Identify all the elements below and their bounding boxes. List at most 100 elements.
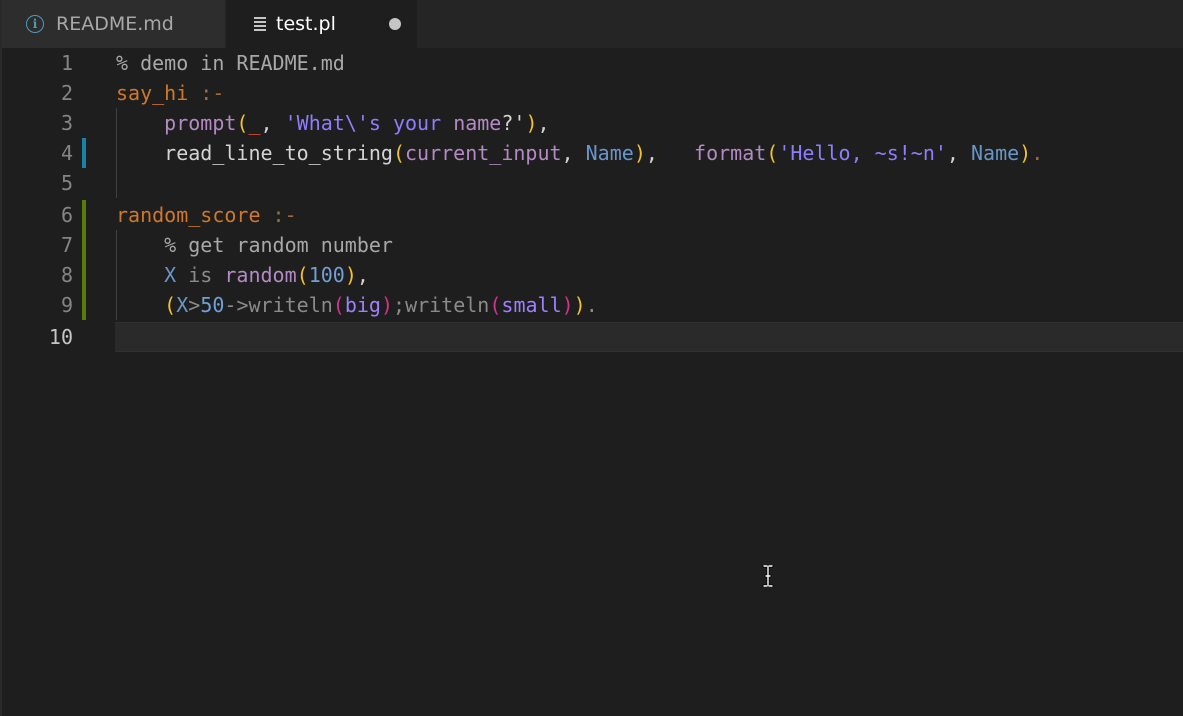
string-literal: 'What\'s your xyxy=(284,111,454,135)
line-text: say_hi :- xyxy=(116,78,224,108)
paren: ) xyxy=(380,293,394,317)
line-number: 8 xyxy=(60,263,73,287)
line-number: 9 xyxy=(60,293,73,317)
paren: ) xyxy=(525,111,538,135)
string-literal: 'Hello, ~s!~n' xyxy=(778,141,947,165)
paren: ( xyxy=(392,141,405,165)
line-text: prompt(_, 'What\'s your name?'), xyxy=(116,108,550,138)
code-line[interactable]: 7 % get random number xyxy=(2,230,1183,260)
atom: small xyxy=(501,293,562,317)
added-line-marker[interactable] xyxy=(82,260,86,290)
variable: Name xyxy=(971,141,1020,165)
paren: ( xyxy=(332,293,345,317)
builtin-call: read_line_to_string xyxy=(164,141,393,165)
builtin-call: writeln xyxy=(248,293,333,317)
added-line-marker[interactable] xyxy=(82,230,86,260)
predicate-head: random_score xyxy=(116,203,261,227)
added-line-marker[interactable] xyxy=(82,200,86,230)
line-number: 2 xyxy=(60,81,73,105)
code-line[interactable]: 8 X is random(100), xyxy=(2,260,1183,290)
line-text: % get random number xyxy=(116,230,393,260)
operator: -> xyxy=(224,293,249,317)
unsaved-changes-dot-icon[interactable] xyxy=(389,18,401,30)
builtin-call: format xyxy=(694,141,767,165)
code-line[interactable]: 9 (X>50->writeln(big);writeln(small)). xyxy=(2,290,1183,320)
anonymous-variable: _ xyxy=(248,111,261,135)
modified-line-marker[interactable] xyxy=(82,138,86,168)
tab-readme[interactable]: i README.md xyxy=(2,0,226,48)
paren: ) xyxy=(344,263,357,287)
lines-icon xyxy=(254,17,266,31)
line-number: 6 xyxy=(60,203,73,227)
paren: ) xyxy=(561,293,574,317)
separator: , xyxy=(645,141,695,165)
predicate-head: say_hi xyxy=(116,81,189,105)
code-line[interactable]: 3 prompt(_, 'What\'s your name?'), xyxy=(2,108,1183,138)
tab-bar: i README.md test.pl xyxy=(2,0,1183,48)
number: 100 xyxy=(308,263,345,287)
operator: ; xyxy=(393,293,406,317)
punct: . xyxy=(585,293,598,317)
text-cursor-ibeam-icon xyxy=(762,565,774,587)
line-number: 4 xyxy=(60,141,73,165)
added-line-marker[interactable] xyxy=(82,290,86,320)
separator: , xyxy=(260,111,285,135)
paren: ( xyxy=(766,141,779,165)
variable: X xyxy=(176,293,189,317)
is-operator: is xyxy=(176,263,225,287)
paren: ) xyxy=(633,141,646,165)
comment: % demo in README.md xyxy=(116,51,345,75)
line-text: read_line_to_string(current_input, Name)… xyxy=(116,138,1043,168)
variable: X xyxy=(164,263,177,287)
code-editor[interactable]: 1 % demo in README.md 2 say_hi :- 3 prom… xyxy=(2,48,1183,716)
separator: , xyxy=(946,141,971,165)
builtin-call: random xyxy=(224,263,297,287)
number: 50 xyxy=(200,293,225,317)
line-text: % demo in README.md xyxy=(116,48,345,78)
code-line[interactable]: 10 xyxy=(2,322,1183,352)
tab-label: test.pl xyxy=(276,13,336,35)
editor-window: i README.md test.pl 1 % demo in README.m… xyxy=(0,0,1183,716)
neck-operator: :- xyxy=(188,81,225,105)
neck-operator: :- xyxy=(260,203,297,227)
tab-test-pl[interactable]: test.pl xyxy=(226,0,417,48)
code-line[interactable]: 6 random_score :- xyxy=(2,200,1183,230)
code-line[interactable]: 1 % demo in README.md xyxy=(2,48,1183,78)
punct: . xyxy=(1031,141,1044,165)
punct: , xyxy=(537,111,550,135)
builtin-call: writeln xyxy=(405,293,490,317)
string-word: name xyxy=(453,111,502,135)
line-number: 10 xyxy=(48,325,73,349)
separator: , xyxy=(561,141,586,165)
line-number: 1 xyxy=(60,51,73,75)
code-line[interactable]: 5 xyxy=(2,168,1183,198)
comment: % get random number xyxy=(164,233,393,257)
paren: ( xyxy=(489,293,502,317)
atom: current_input xyxy=(405,141,562,165)
line-number: 3 xyxy=(60,111,73,135)
line-number: 5 xyxy=(60,171,73,195)
builtin-call: prompt xyxy=(164,111,237,135)
info-icon: i xyxy=(26,15,44,33)
paren: ) xyxy=(1019,141,1032,165)
code-line[interactable]: 2 say_hi :- xyxy=(2,78,1183,108)
paren: ( xyxy=(296,263,309,287)
paren: ( xyxy=(236,111,249,135)
paren: ( xyxy=(164,293,177,317)
atom: big xyxy=(344,293,381,317)
punct: , xyxy=(356,263,369,287)
line-text: random_score :- xyxy=(116,200,297,230)
line-number: 7 xyxy=(60,233,73,257)
variable: Name xyxy=(585,141,634,165)
line-text: (X>50->writeln(big);writeln(small)). xyxy=(116,290,598,320)
string-literal-end: ?' xyxy=(501,111,526,135)
code-line[interactable]: 4 read_line_to_string(current_input, Nam… xyxy=(2,138,1183,168)
operator: > xyxy=(188,293,201,317)
line-text: X is random(100), xyxy=(116,260,369,290)
tab-label: README.md xyxy=(56,13,174,35)
